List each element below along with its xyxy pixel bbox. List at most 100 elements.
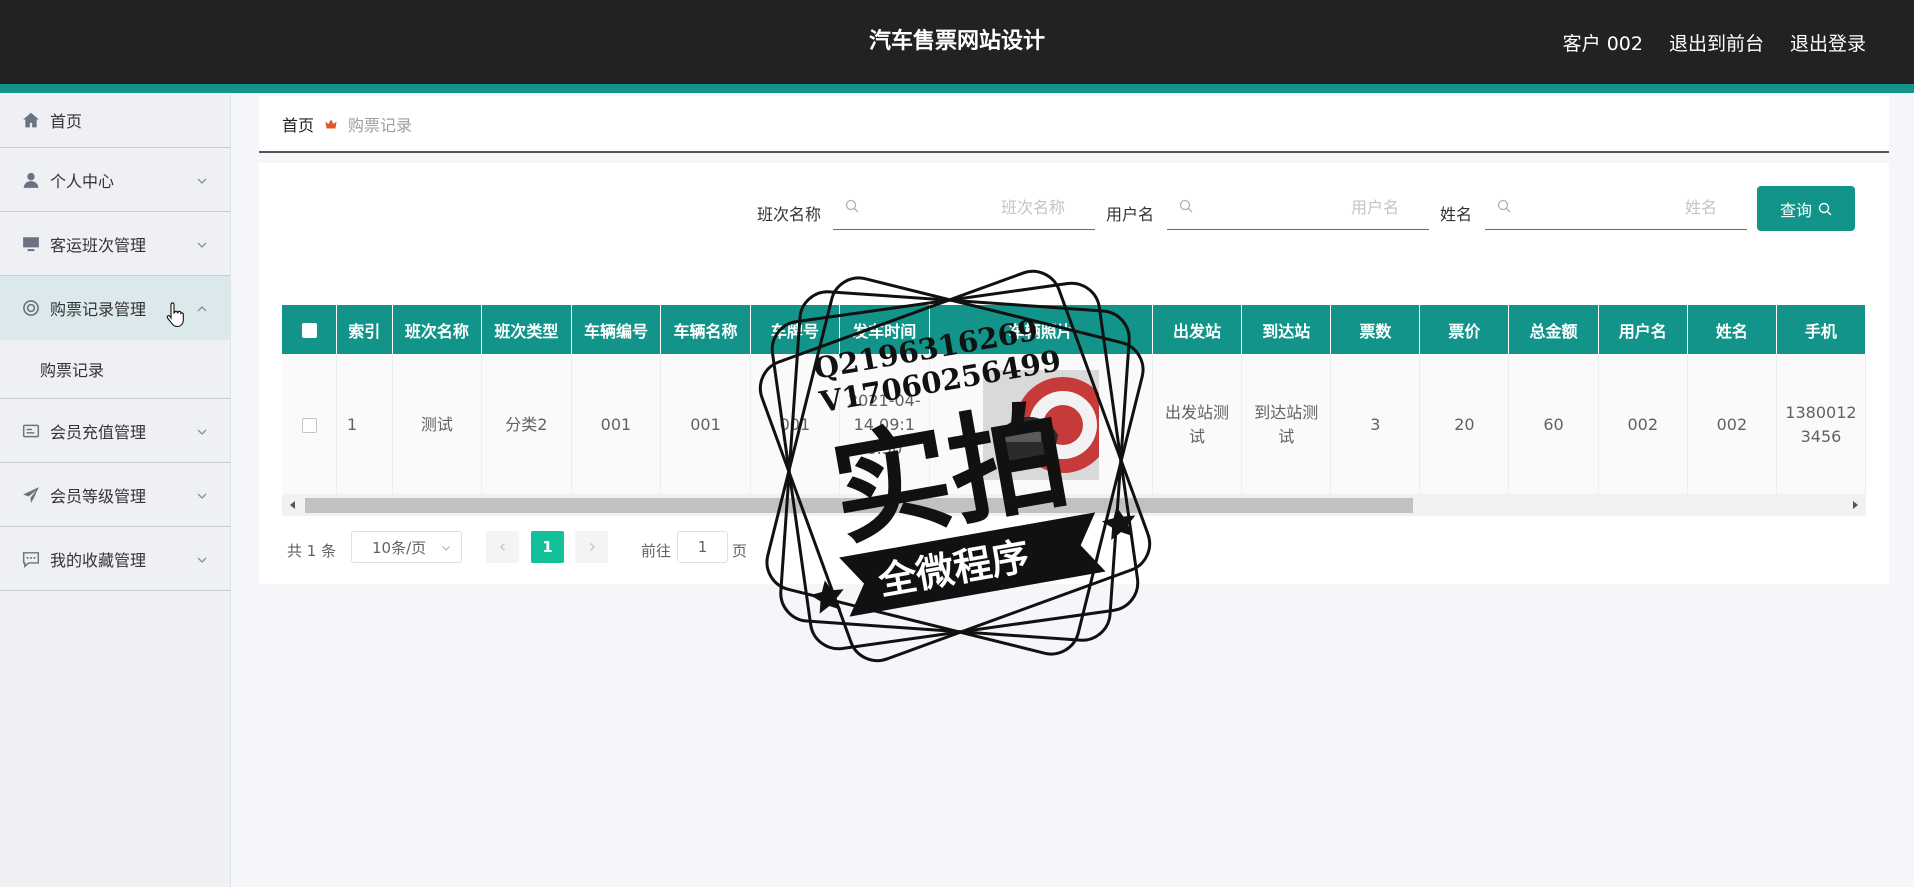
records-table: 索引 班次名称 班次类型 车辆编号 车辆名称 车牌号 发车时间 车辆照片 出发站…: [282, 305, 1866, 516]
shift-name-field: [833, 185, 1095, 230]
current-user-link[interactable]: 客户 002: [1563, 29, 1643, 56]
cell-total: 60: [1508, 354, 1599, 497]
search-icon: [1179, 199, 1193, 213]
chat-icon: [22, 550, 40, 568]
column-header: 车辆照片: [929, 305, 1153, 354]
pagination: 共 1 条 10条/页 1 前往 页: [259, 531, 1889, 567]
row-checkbox[interactable]: [301, 417, 317, 433]
top-links: 客户 002 退出到前台 退出登录: [1563, 0, 1866, 84]
name-input[interactable]: [1485, 185, 1747, 229]
sidebar-item-shift-management[interactable]: 客运班次管理: [0, 212, 230, 276]
cell-departure: 出发站测试: [1152, 354, 1243, 497]
cell-vehicle-name: 001: [660, 354, 751, 497]
shift-name-input[interactable]: [833, 185, 1095, 229]
goto-label: 前往: [641, 542, 672, 560]
name-label: 姓名: [1440, 205, 1473, 224]
chevron-down-icon: [196, 551, 208, 563]
sidebar-item-label: 会员等级管理: [50, 486, 147, 506]
username-label: 用户名: [1106, 205, 1155, 224]
column-header: 出发站: [1152, 305, 1243, 354]
column-header: 姓名: [1687, 305, 1777, 354]
goto-page-input[interactable]: [677, 531, 728, 563]
chevron-down-icon: [196, 172, 208, 184]
column-header: 车牌号: [750, 305, 841, 354]
cell-name: 002: [1687, 354, 1777, 497]
sidebar-subitem-ticket-records[interactable]: 购票记录: [0, 340, 230, 399]
username-field: [1167, 185, 1429, 230]
search-icon: [1497, 199, 1511, 213]
column-header: 票数: [1330, 305, 1421, 354]
scrollbar-thumb[interactable]: [305, 498, 1413, 513]
column-header: 手机: [1776, 305, 1866, 354]
sidebar-item-label: 购票记录管理: [50, 300, 147, 319]
scroll-left-arrow-icon[interactable]: [286, 498, 300, 512]
select-all-header[interactable]: [282, 305, 337, 354]
page-size-select[interactable]: 10条/页: [351, 531, 462, 563]
column-header: 车辆名称: [660, 305, 751, 354]
select-all-checkbox[interactable]: [301, 323, 317, 338]
table-row: 1 测试 分类2 001 001 001 2021-04-14 09:18:50: [282, 354, 1866, 497]
sidebar-item-label: 会员充值管理: [50, 422, 147, 442]
cell-tickets: 3: [1330, 354, 1421, 497]
chevron-down-icon: [196, 236, 208, 248]
exit-to-front-link[interactable]: 退出到前台: [1669, 29, 1764, 56]
sidebar-item-member-level-management[interactable]: 会员等级管理: [0, 463, 230, 527]
sidebar-item-label: 客运班次管理: [50, 235, 147, 255]
column-header: 发车时间: [839, 305, 930, 354]
sidebar-item-favorites-management[interactable]: 我的收藏管理: [0, 527, 230, 591]
query-button[interactable]: 查询: [1757, 186, 1855, 231]
sidebar-item-recharge-management[interactable]: 会员充值管理: [0, 399, 230, 463]
name-field: [1485, 185, 1747, 230]
cell-plate: 001: [750, 354, 841, 497]
monitor-icon: [22, 235, 40, 253]
cell-username: 002: [1598, 354, 1688, 497]
cell-shift-name: 测试: [392, 354, 483, 497]
chevron-right-icon: [589, 543, 595, 551]
query-button-label: 查询: [1779, 200, 1812, 220]
search-icon: [845, 199, 859, 213]
hand-cursor-icon: [166, 302, 184, 328]
table-header-row: 索引 班次名称 班次类型 车辆编号 车辆名称 车牌号 发车时间 车辆照片 出发站…: [282, 305, 1866, 354]
column-header: 索引: [336, 305, 393, 354]
vehicle-photo-image[interactable]: [982, 369, 1099, 480]
column-header: 总金额: [1508, 305, 1599, 354]
logout-link[interactable]: 退出登录: [1790, 29, 1866, 56]
breadcrumb-current: 购票记录: [348, 115, 413, 135]
scroll-right-arrow-icon[interactable]: [1848, 498, 1862, 512]
sidebar-item-profile[interactable]: 个人中心: [0, 148, 230, 212]
cell-vehicle-photo: [929, 354, 1153, 497]
cell-vehicle-no: 001: [571, 354, 662, 497]
search-icon: [1818, 202, 1832, 215]
column-header: 班次名称: [392, 305, 483, 354]
column-header: 到达站: [1241, 305, 1332, 354]
row-select-cell: [282, 354, 337, 497]
chevron-down-icon: [196, 487, 208, 499]
card-icon: [22, 422, 40, 440]
sidebar-item-label: 个人中心: [50, 171, 115, 191]
goto-page-suffix: 页: [732, 542, 748, 560]
chevron-up-icon: [196, 300, 208, 312]
breadcrumb-home[interactable]: 首页: [282, 112, 314, 136]
main-card: 班次名称 用户名 姓名 查询: [259, 163, 1889, 584]
lifebuoy-icon: [22, 299, 40, 317]
cell-phone: 13800123456: [1776, 354, 1866, 497]
pagination-total: 共 1 条: [287, 542, 337, 560]
sidebar-item-ticket-records-management[interactable]: 购票记录管理: [0, 276, 230, 340]
prev-page-button[interactable]: [486, 531, 519, 563]
chevron-down-icon: [196, 423, 208, 435]
column-header: 用户名: [1598, 305, 1688, 354]
username-input[interactable]: [1167, 185, 1429, 229]
search-form: 班次名称 用户名 姓名 查询: [259, 163, 1889, 243]
top-bar-accent-stripe: [0, 84, 1914, 93]
column-header: 票价: [1419, 305, 1510, 354]
next-page-button[interactable]: [575, 531, 608, 563]
column-header: 车辆编号: [571, 305, 662, 354]
page-size-value: 10条/页: [372, 538, 427, 557]
cell-price: 20: [1419, 354, 1510, 497]
page-number-button[interactable]: 1: [531, 531, 564, 563]
sidebar-item-home[interactable]: 首页: [0, 93, 230, 148]
sidebar-item-label: 首页: [50, 112, 83, 131]
user-icon: [22, 171, 40, 189]
crown-icon: [324, 117, 338, 131]
table-horizontal-scrollbar[interactable]: [282, 494, 1866, 516]
